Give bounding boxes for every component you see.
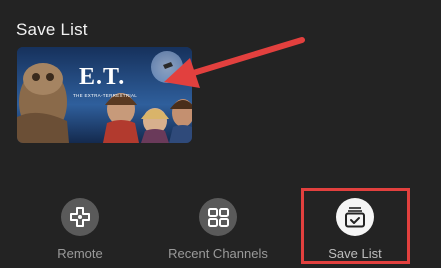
nav-label-remote: Remote [57,246,103,261]
poster-title: E.T. [79,64,126,90]
gamepad-icon [61,198,99,236]
nav-label-recent-channels: Recent Channels [168,246,268,261]
annotation-arrow [164,37,305,88]
poster-subtitle: THE EXTRA-TERRESTRIAL [73,93,138,98]
grid-icon [199,198,237,236]
annotation-highlight-box [301,188,410,264]
nav-item-recent-channels[interactable]: Recent Channels [158,196,278,266]
section-title: Save List [16,20,88,39]
nav-item-remote[interactable]: Remote [20,196,140,266]
